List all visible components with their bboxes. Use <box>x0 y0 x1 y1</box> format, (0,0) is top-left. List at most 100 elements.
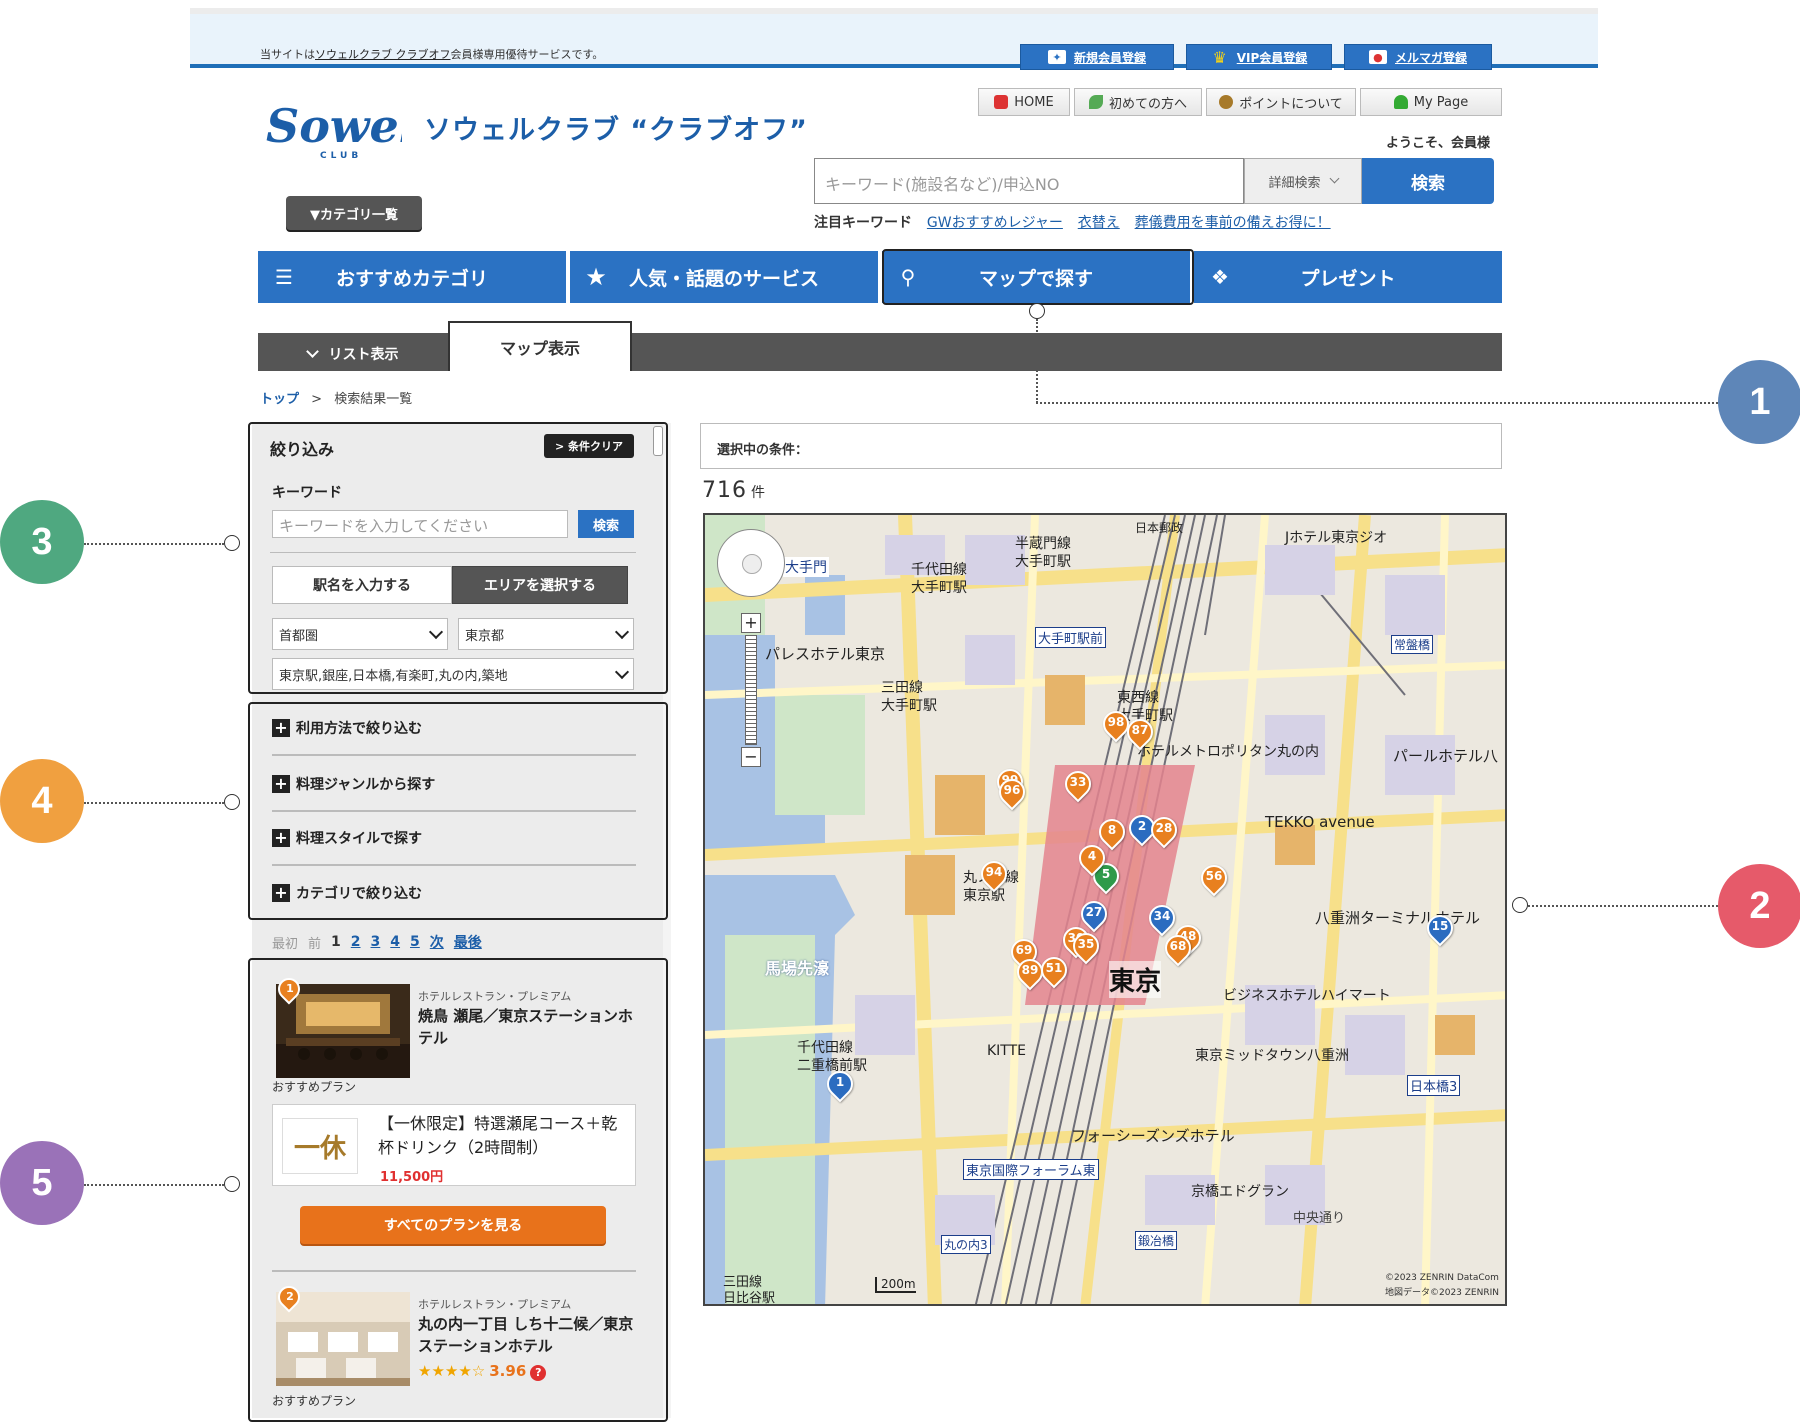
map-label: 京橋エドグラン <box>1191 1184 1289 1200</box>
chevron-down-icon <box>305 344 319 358</box>
callout-1: 1 <box>1718 360 1800 444</box>
breadcrumb-top-link[interactable]: トップ <box>260 392 299 407</box>
leaf-icon <box>1088 95 1103 109</box>
map-label: 大手町駅 <box>1015 554 1071 570</box>
list-icon: ☰ <box>275 265 293 289</box>
site-logo[interactable]: Sowel CLUB <box>262 92 416 164</box>
nav-present[interactable]: ❖ プレゼント <box>1194 251 1502 303</box>
map-pan-control[interactable] <box>717 529 785 597</box>
callout-highlight <box>882 249 1194 305</box>
map-copyright: 地図データ©2023 ZENRIN <box>1385 1288 1499 1298</box>
notice-link[interactable]: ソウェルクラブ クラブオフ <box>315 48 451 61</box>
map-pin-number: 28 <box>1155 821 1173 835</box>
map-pin-number: 1 <box>835 1075 845 1089</box>
map-label: 大手町駅前 <box>1035 627 1107 648</box>
pager-page[interactable]: 3 <box>371 934 381 950</box>
util-home[interactable]: HOME <box>978 88 1070 116</box>
point-icon <box>1219 95 1234 109</box>
keyword-link[interactable]: 葬儀費用を事前の備えお得に！ <box>1135 215 1331 231</box>
map-label: 三田線 <box>881 680 923 696</box>
callout-3: 3 <box>0 500 84 584</box>
map-pin-number: 8 <box>1107 823 1117 837</box>
search-input[interactable]: キーワード(施設名など)/申込NO <box>814 158 1244 204</box>
home-icon <box>994 95 1009 109</box>
tab-map-view[interactable]: マップ表示 <box>448 321 632 371</box>
pager-page[interactable]: 4 <box>390 934 400 950</box>
map-label: ホテルメトロポリタン丸の内 <box>1137 744 1319 760</box>
map-pin-number: 34 <box>1153 909 1171 923</box>
util-first-time[interactable]: 初めての方へ <box>1074 88 1202 116</box>
search-button[interactable]: 検索 <box>1362 158 1494 204</box>
keyword-link[interactable]: 衣替え <box>1078 215 1120 231</box>
welcome-text: ようこそ、会員様 <box>1386 136 1491 151</box>
search-placeholder: キーワード(施設名など)/申込NO <box>825 175 1060 194</box>
map-label: 日比谷駅 <box>723 1291 776 1306</box>
pagination: 最初 前 1 2 3 4 5 次 最後 <box>272 932 482 952</box>
map-label: 千代田線 <box>797 1040 853 1056</box>
map-pin[interactable]: 35 <box>1067 927 1105 965</box>
map-label: 日本橋3 <box>1407 1075 1461 1096</box>
map-pin[interactable]: 94 <box>975 855 1013 893</box>
map-pin[interactable]: 68 <box>1159 929 1197 967</box>
map-label: 東京 <box>1109 961 1162 998</box>
map-label: 大手町駅 <box>881 698 937 714</box>
map-pin[interactable]: 28 <box>1145 811 1183 849</box>
map-pin-number: 68 <box>1169 939 1187 953</box>
map[interactable]: 日本郵政 Jホテル東京ジオ 半蔵門線 大手町駅 千代田線 大手町駅 大手門 大手… <box>703 513 1507 1306</box>
zoom-slider[interactable] <box>745 635 757 745</box>
map-pin[interactable]: 87 <box>1121 713 1159 751</box>
top-notice-bar: 当サイトはソウェルクラブ クラブオフ会員様専用優待サービスです。 ✦ 新規会員登録… <box>190 8 1598 70</box>
newsletter-button[interactable]: ● メルマガ登録 <box>1344 44 1492 70</box>
callout-4: 4 <box>0 759 84 843</box>
map-pin[interactable]: 96 <box>993 773 1031 811</box>
pager-current: 1 <box>331 934 341 950</box>
map-pin[interactable]: 15 <box>1421 909 1459 947</box>
vip-member-button[interactable]: ♛ VIP会員登録 <box>1186 44 1332 70</box>
map-pin-number: 15 <box>1431 919 1449 933</box>
map-pin-number: 27 <box>1085 905 1103 919</box>
map-pin[interactable]: 51 <box>1035 951 1073 989</box>
map-label: Jホテル東京ジオ <box>1285 530 1388 546</box>
featured-keywords: 注目キーワード GWおすすめレジャー 衣替え 葬儀費用を事前の備えお得に！ <box>814 215 1331 231</box>
category-list-button[interactable]: ▼カテゴリ一覧 <box>286 196 422 230</box>
map-label: 馬場先濠 <box>765 959 830 978</box>
map-pin-number: 96 <box>1003 783 1021 797</box>
map-pin-number: 33 <box>1069 775 1087 789</box>
callout-anchor <box>1029 303 1045 319</box>
util-mypage[interactable]: My Page <box>1360 88 1502 116</box>
map-label: 半蔵門線 <box>1015 536 1071 552</box>
map-label: 大手町駅 <box>911 580 967 596</box>
map-label: 千代田線 <box>911 562 967 578</box>
pager-next[interactable]: 次 <box>430 932 444 952</box>
keyword-link[interactable]: GWおすすめレジャー <box>927 215 1063 231</box>
zoom-in-button[interactable]: + <box>741 613 761 633</box>
map-pin[interactable]: 56 <box>1195 859 1233 897</box>
callout-highlight <box>248 702 668 920</box>
mail-icon: ● <box>1368 50 1387 64</box>
map-label: 東西線 <box>1117 690 1159 706</box>
pager-last[interactable]: 最後 <box>454 932 482 952</box>
pager-page[interactable]: 5 <box>410 934 420 950</box>
tab-list-view[interactable]: リスト表示 <box>258 336 448 371</box>
map-copyright: ©2023 ZENRIN DataCom <box>1385 1273 1499 1283</box>
pager-page[interactable]: 2 <box>351 934 361 950</box>
detail-search-select[interactable]: 詳細検索 <box>1244 158 1362 204</box>
map-label: 中央通り <box>1293 1211 1346 1226</box>
callout-2: 2 <box>1718 864 1800 948</box>
nav-popular-services[interactable]: ★ 人気・話題のサービス <box>570 251 878 303</box>
map-pin[interactable]: 4 <box>1073 839 1111 877</box>
compass-icon <box>742 554 762 574</box>
new-member-button[interactable]: ✦ 新規会員登録 <box>1020 44 1174 70</box>
util-points[interactable]: ポイントについて <box>1206 88 1356 116</box>
site-notice: 当サイトはソウェルクラブ クラブオフ会員様専用優待サービスです。 <box>260 48 604 61</box>
site-title: ソウェルクラブ “クラブオフ” <box>424 115 808 146</box>
map-pin-number: 69 <box>1015 943 1033 957</box>
callout-line <box>1528 905 1718 907</box>
map-label: パールホテル八 <box>1393 747 1499 765</box>
nav-recommended-category[interactable]: ☰ おすすめカテゴリ <box>258 251 566 303</box>
zoom-out-button[interactable]: − <box>741 747 761 767</box>
callout-anchor <box>224 535 240 551</box>
map-pin[interactable]: 1 <box>821 1065 859 1103</box>
callout-line <box>84 543 224 545</box>
map-pin[interactable]: 33 <box>1059 765 1097 803</box>
